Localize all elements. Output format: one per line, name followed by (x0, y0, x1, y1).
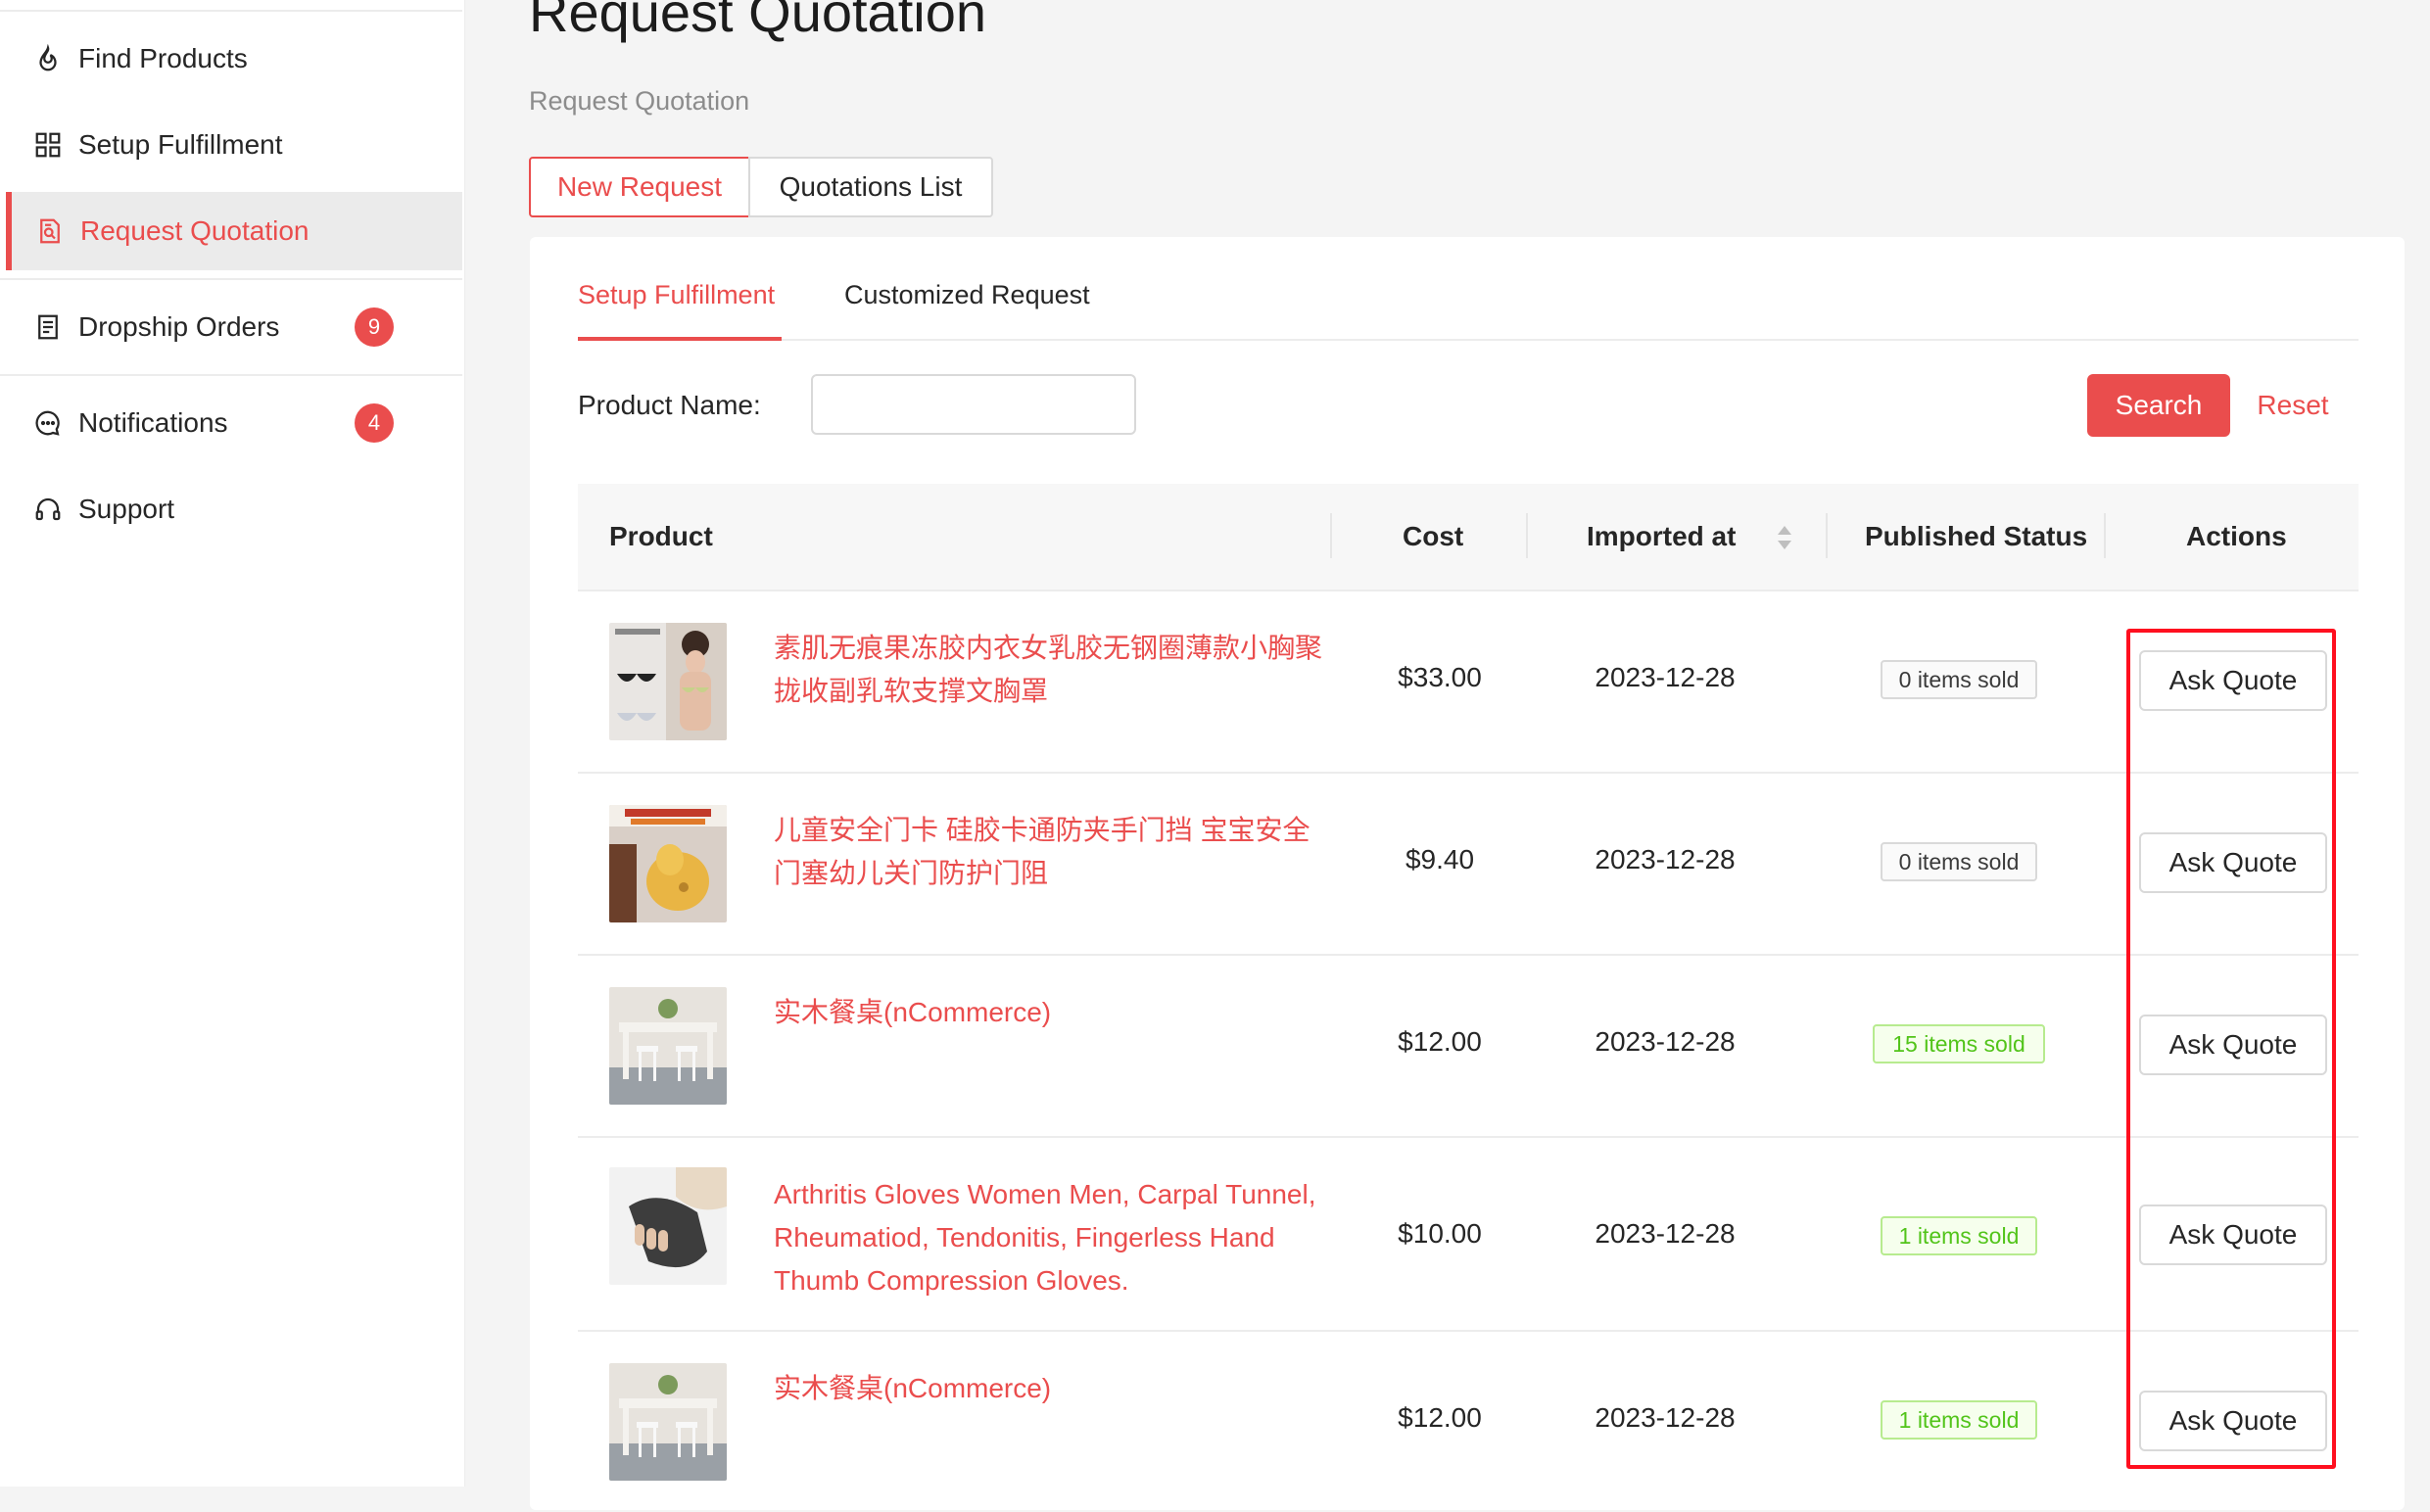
sidebar-item-label: Notifications (78, 407, 228, 438)
sidebar-item-support[interactable]: Support (0, 470, 462, 548)
search-button[interactable]: Search (2087, 374, 2230, 437)
subtab-setup-fulfillment[interactable]: Setup Fulfillment (578, 280, 775, 310)
headset-icon (33, 495, 63, 524)
ask-quote-button[interactable]: Ask Quote (2139, 1205, 2327, 1265)
imported-date: 2023-12-28 (1595, 1218, 1736, 1249)
ask-quote-button[interactable]: Ask Quote (2139, 1015, 2327, 1075)
grid-icon (33, 130, 63, 160)
status-badge: 0 items sold (1881, 842, 2037, 881)
table-row: 素肌无痕果冻胶内衣女乳胶无钢圈薄款小胸聚拢收副乳软支撑文胸罩 $33.00 20… (578, 591, 2359, 774)
product-name-input[interactable] (811, 374, 1136, 435)
breadcrumb: Request Quotation (529, 86, 750, 116)
subtab-divider (578, 339, 2359, 341)
product-cost: $12.00 (1398, 1026, 1482, 1057)
ask-quote-button[interactable]: Ask Quote (2139, 832, 2327, 893)
sidebar-item-label: Support (78, 494, 175, 524)
product-cost: $10.00 (1398, 1218, 1482, 1249)
column-separator (1826, 513, 1828, 558)
flame-icon (33, 44, 63, 73)
ask-quote-button[interactable]: Ask Quote (2139, 1391, 2327, 1451)
product-thumbnail[interactable] (609, 987, 727, 1105)
product-thumbnail[interactable] (609, 805, 727, 922)
sidebar-item-label: Request Quotation (80, 215, 310, 246)
product-name-link[interactable]: Arthritis Gloves Women Men, Carpal Tunne… (774, 1173, 1322, 1302)
orders-doc-icon (33, 312, 63, 342)
product-cost: $33.00 (1398, 662, 1482, 692)
product-name-label: Product Name: (578, 390, 761, 420)
reset-button[interactable]: Reset (2249, 374, 2337, 437)
sidebar-item-label: Setup Fulfillment (78, 129, 283, 160)
sidebar-item-dropship-orders[interactable]: Dropship Orders 9 (0, 288, 462, 366)
column-header-imported-at[interactable]: Imported at (1587, 521, 1736, 552)
sort-icon[interactable] (1775, 523, 1794, 552)
sidebar-item-find-products[interactable]: Find Products (0, 20, 462, 98)
subtab-customized-request[interactable]: Customized Request (844, 280, 1090, 310)
column-header-cost: Cost (1403, 521, 1464, 551)
product-cost: $9.40 (1405, 844, 1475, 874)
chat-bubble-icon (33, 408, 63, 438)
product-name-link[interactable]: 儿童安全门卡 硅胶卡通防夹手门挡 宝宝安全门塞幼儿关门防护门阻 (774, 809, 1322, 895)
table-row: 实木餐桌(nCommerce) $12.00 2023-12-28 15 ite… (578, 956, 2359, 1138)
product-name-link[interactable]: 实木餐桌(nCommerce) (774, 1367, 1322, 1410)
page-title: Request Quotation (529, 0, 986, 43)
ask-quote-button[interactable]: Ask Quote (2139, 650, 2327, 711)
status-badge: 15 items sold (1873, 1024, 2045, 1063)
sidebar-divider (0, 278, 462, 280)
table-header: Product Cost Imported at Published Statu… (578, 484, 2359, 591)
tab-new-request[interactable]: New Request (529, 157, 750, 217)
table-row: 实木餐桌(nCommerce) $12.00 2023-12-28 1 item… (578, 1332, 2359, 1512)
table-row: 儿童安全门卡 硅胶卡通防夹手门挡 宝宝安全门塞幼儿关门防护门阻 $9.40 20… (578, 774, 2359, 956)
sidebar-item-label: Dropship Orders (78, 311, 280, 342)
sidebar-divider (0, 10, 462, 12)
tab-quotations-list[interactable]: Quotations List (748, 157, 993, 217)
imported-date: 2023-12-28 (1595, 662, 1736, 692)
notifications-count-badge: 4 (355, 403, 394, 443)
product-name-link[interactable]: 实木餐桌(nCommerce) (774, 991, 1322, 1034)
imported-date: 2023-12-28 (1595, 1402, 1736, 1433)
imported-date: 2023-12-28 (1595, 844, 1736, 874)
product-thumbnail[interactable] (609, 1363, 727, 1481)
status-badge: 1 items sold (1881, 1216, 2037, 1255)
product-thumbnail[interactable] (609, 1167, 727, 1285)
product-cost: $12.00 (1398, 1402, 1482, 1433)
column-separator (1526, 513, 1528, 558)
sidebar-item-request-quotation[interactable]: Request Quotation (6, 192, 462, 270)
quote-doc-icon (35, 216, 65, 246)
orders-count-badge: 9 (355, 307, 394, 347)
sidebar-item-notifications[interactable]: Notifications 4 (0, 384, 462, 462)
table-row: Arthritis Gloves Women Men, Carpal Tunne… (578, 1138, 2359, 1332)
subtab-active-indicator (578, 337, 782, 341)
column-header-published-status: Published Status (1865, 521, 2088, 551)
sidebar-item-label: Find Products (78, 43, 248, 73)
column-header-product: Product (609, 521, 713, 551)
status-badge: 1 items sold (1881, 1400, 2037, 1440)
imported-date: 2023-12-28 (1595, 1026, 1736, 1057)
sidebar-item-setup-fulfillment[interactable]: Setup Fulfillment (0, 106, 462, 184)
sidebar: Find Products Setup Fulfillment Request … (0, 0, 465, 1487)
sidebar-divider (0, 374, 462, 376)
product-thumbnail[interactable] (609, 623, 727, 740)
column-separator (1330, 513, 1332, 558)
product-name-link[interactable]: 素肌无痕果冻胶内衣女乳胶无钢圈薄款小胸聚拢收副乳软支撑文胸罩 (774, 627, 1322, 713)
column-separator (2104, 513, 2106, 558)
column-header-actions: Actions (2186, 521, 2287, 551)
status-badge: 0 items sold (1881, 660, 2037, 699)
